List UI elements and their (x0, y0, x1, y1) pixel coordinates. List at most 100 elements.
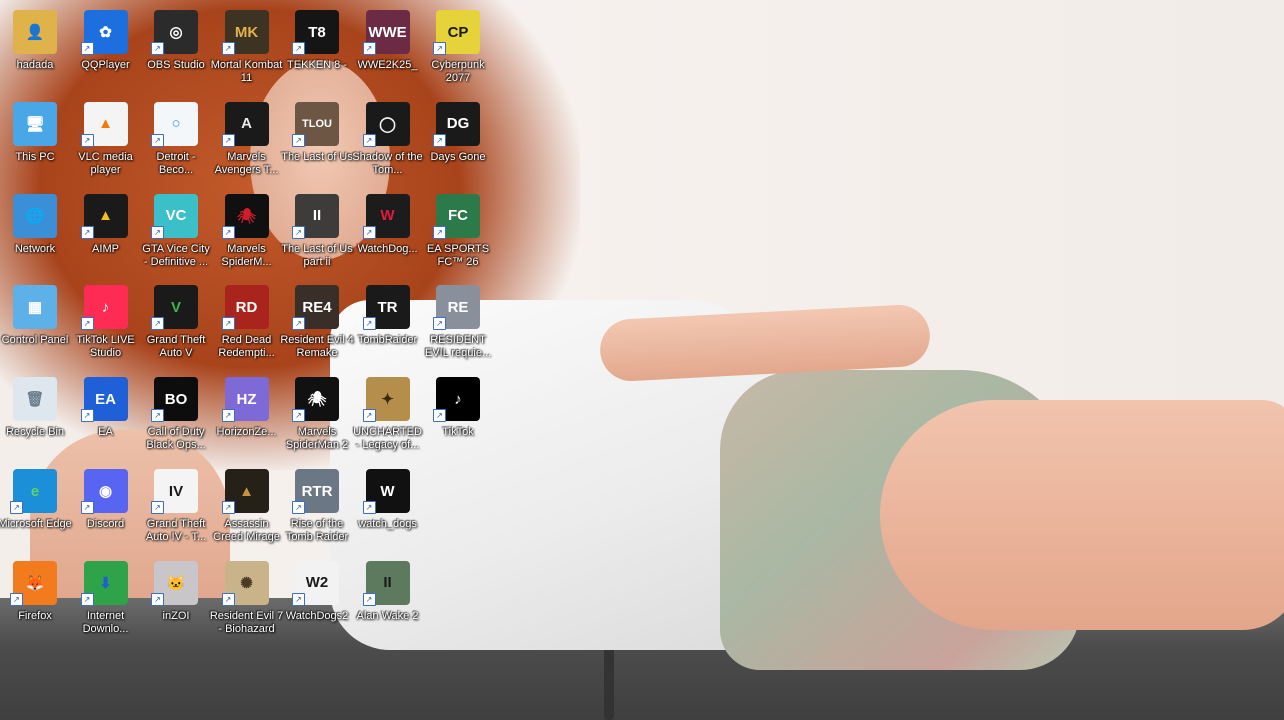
desktop-icon[interactable]: ⬇ ↗ Internet Downlo... (71, 555, 141, 643)
desktop-icon[interactable]: EA ↗ EA (71, 371, 141, 459)
desktop-icon[interactable]: TLOU ↗ The Last of Us (281, 96, 353, 184)
desktop-icon-label: GTA Vice City - Definitive ... (142, 242, 210, 268)
desktop-icon[interactable]: ✦ ↗ UNCHARTED - Legacy of... (353, 371, 423, 459)
desktop-icon-label: TombRaider (357, 334, 418, 347)
desktop-icon-label: Discord (86, 518, 125, 530)
desktop-icon[interactable]: DG ↗ Days Gone (423, 96, 493, 184)
shortcut-arrow-icon: ↗ (292, 42, 305, 55)
desktop-icon-label: VLC media player (78, 150, 133, 176)
shortcut-arrow-icon: ↗ (151, 225, 164, 239)
shortcut-arrow-icon: ↗ (292, 409, 305, 423)
shortcut-arrow-icon: ↗ (221, 409, 235, 423)
desktop-icon[interactable]: BO ↗ Call of Duty Black Ops... (141, 371, 211, 459)
shortcut-arrow-icon: ↗ (362, 409, 376, 423)
shortcut-arrow-icon: ↗ (292, 592, 305, 606)
desktop-icon-label: Internet Downlo... (82, 609, 129, 635)
desktop-icon-label: Shadow of the Tom... (352, 150, 423, 176)
desktop-icon[interactable]: II ↗ Alan Wake 2 (353, 555, 423, 643)
desktop-icon[interactable]: 🌐 Network (0, 188, 70, 276)
desktop-icon[interactable]: ▦ Control Panel (0, 279, 70, 367)
shortcut-arrow-icon: ↗ (221, 592, 235, 606)
desktop-icon[interactable]: RD ↗ Red Dead Redempti... (212, 279, 282, 367)
shortcut-arrow-icon: ↗ (221, 317, 235, 331)
shortcut-arrow-icon: ↗ (292, 133, 305, 147)
desktop-icon-label: Grand Theft Auto V (146, 334, 206, 360)
shortcut-arrow-icon: ↗ (362, 225, 376, 239)
desktop-icon[interactable]: MK ↗ Mortal Kombat 11 (211, 4, 282, 92)
desktop-icon[interactable]: ▲ ↗ VLC media player (71, 96, 141, 184)
desktop-icon[interactable]: HZ ↗ HorizonZe... (212, 371, 282, 459)
desktop-icon[interactable]: ◉ ↗ Discord (71, 463, 141, 551)
desktop-icon[interactable]: ▲ ↗ Assassin Creed Mirage (212, 463, 282, 551)
desktop-icon[interactable]: T8 ↗ TEKKEN 8 - (282, 4, 352, 92)
desktop-icon[interactable]: A ↗ Marvels Avengers T... (212, 96, 282, 184)
desktop-icon-label: watch_dogs (358, 518, 417, 530)
desktop-icon[interactable]: IV ↗ Grand Theft Auto IV - T... (141, 463, 211, 551)
shortcut-arrow-icon: ↗ (433, 317, 446, 331)
desktop-icon[interactable]: ✺ ↗ Resident Evil 7 - Biohazard (209, 555, 284, 643)
control-panel-icon: ▦ (13, 285, 57, 330)
desktop-icon[interactable]: V ↗ Grand Theft Auto V (141, 279, 211, 367)
desktop-icon[interactable]: 👤 hadada (0, 4, 70, 92)
desktop-icon-label: EA (98, 426, 113, 439)
desktop-icon-label: The Last of Us (281, 150, 353, 163)
desktop-icon-label: Network (14, 242, 56, 255)
shortcut-arrow-icon: ↗ (221, 42, 235, 55)
desktop-icon-label: inZOI (162, 609, 190, 622)
desktop-icon-label: Resident Evil 7 - Biohazard (209, 609, 284, 635)
shortcut-arrow-icon: ↗ (362, 592, 376, 606)
desktop-icon[interactable]: ◎ ↗ OBS Studio (141, 4, 211, 92)
shortcut-arrow-icon: ↗ (10, 501, 23, 514)
shortcut-arrow-icon: ↗ (80, 225, 94, 239)
desktop-icon[interactable]: ✿ ↗ QQPlayer (71, 4, 141, 92)
desktop-icon[interactable]: ♪ ↗ TikTok LIVE Studio (71, 279, 141, 367)
desktop-icon[interactable]: 🕷 ↗ Marvels SpiderMan 2 (282, 371, 352, 459)
desktop-icon[interactable]: W ↗ WatchDog... (353, 188, 423, 276)
desktop-icon[interactable]: e ↗ Microsoft Edge (0, 463, 72, 551)
desktop-icon[interactable]: W ↗ watch_dogs (353, 463, 423, 551)
desktop-icon[interactable]: ▲ ↗ AIMP (71, 188, 141, 276)
desktop-icon[interactable]: WWE ↗ WWE2K25_ (353, 4, 423, 92)
desktop-icon[interactable]: 🖥 This PC (0, 96, 70, 184)
desktop-icon[interactable]: RE4 ↗ Resident Evil 4 Remake (280, 279, 354, 367)
desktop-icon[interactable]: ◯ ↗ Shadow of the Tom... (352, 96, 423, 184)
desktop-icon-label: Firefox (18, 609, 52, 622)
shortcut-arrow-icon: ↗ (80, 42, 94, 55)
shortcut-arrow-icon: ↗ (221, 225, 235, 239)
desktop-icon[interactable]: RE ↗ RESIDENT EVIL requie... (423, 279, 493, 367)
desktop-icon[interactable]: W2 ↗ WatchDogs2 (282, 555, 352, 643)
desktop-icon-label: The Last of Us part ii (281, 242, 353, 268)
desktop-icon[interactable]: 🕷 ↗ Marvels SpiderM... (212, 188, 282, 276)
shortcut-arrow-icon: ↗ (362, 501, 376, 514)
desktop-icon[interactable]: FC ↗ EA SPORTS FC™ 26 (423, 188, 493, 276)
desktop-icon-label: WWE2K25_ (357, 59, 418, 71)
shortcut-arrow-icon: ↗ (221, 501, 235, 514)
shortcut-arrow-icon: ↗ (151, 317, 164, 331)
shortcut-arrow-icon: ↗ (151, 42, 164, 55)
desktop-icon-label: EA SPORTS FC™ 26 (426, 242, 490, 268)
network-icon: 🌐 (13, 193, 57, 238)
desktop-icon-label: HorizonZe... (216, 426, 277, 439)
desktop-icon[interactable]: VC ↗ GTA Vice City - Definitive ... (141, 188, 211, 276)
shortcut-arrow-icon: ↗ (362, 133, 376, 147)
desktop-icon-label: hadada (16, 59, 54, 71)
desktop-icon[interactable]: 🐱 ↗ inZOI (141, 555, 211, 643)
desktop-icon[interactable]: 🗑 Recycle Bin (0, 371, 70, 459)
desktop-icon[interactable]: ○ ↗ Detroit - Beco... (141, 96, 211, 184)
desktop-icon[interactable]: II ↗ The Last of Us part ii (281, 188, 353, 276)
desktop-icon[interactable]: 🦊 ↗ Firefox (0, 555, 70, 643)
shortcut-arrow-icon: ↗ (433, 133, 446, 147)
desktop-icon[interactable]: RTR ↗ Rise of the Tomb Raider (282, 463, 352, 551)
desktop-icon[interactable]: TR ↗ TombRaider (353, 279, 423, 367)
desktop-icon-label: Grand Theft Auto IV - T... (145, 518, 207, 543)
desktop-icon-label: WatchDog... (357, 242, 418, 255)
desktop-icon[interactable]: ♪ ↗ TikTok (423, 371, 493, 459)
shortcut-arrow-icon: ↗ (80, 317, 94, 331)
shortcut-arrow-icon: ↗ (151, 133, 164, 147)
shortcut-arrow-icon: ↗ (80, 133, 94, 147)
shortcut-arrow-icon: ↗ (292, 317, 305, 331)
desktop-icon[interactable]: CP ↗ Cyberpunk 2077 (423, 4, 493, 92)
desktop-icon-label: Cyberpunk 2077 (431, 59, 485, 84)
shortcut-arrow-icon: ↗ (362, 317, 376, 331)
desktop-icon-label: Red Dead Redempti... (218, 334, 275, 360)
